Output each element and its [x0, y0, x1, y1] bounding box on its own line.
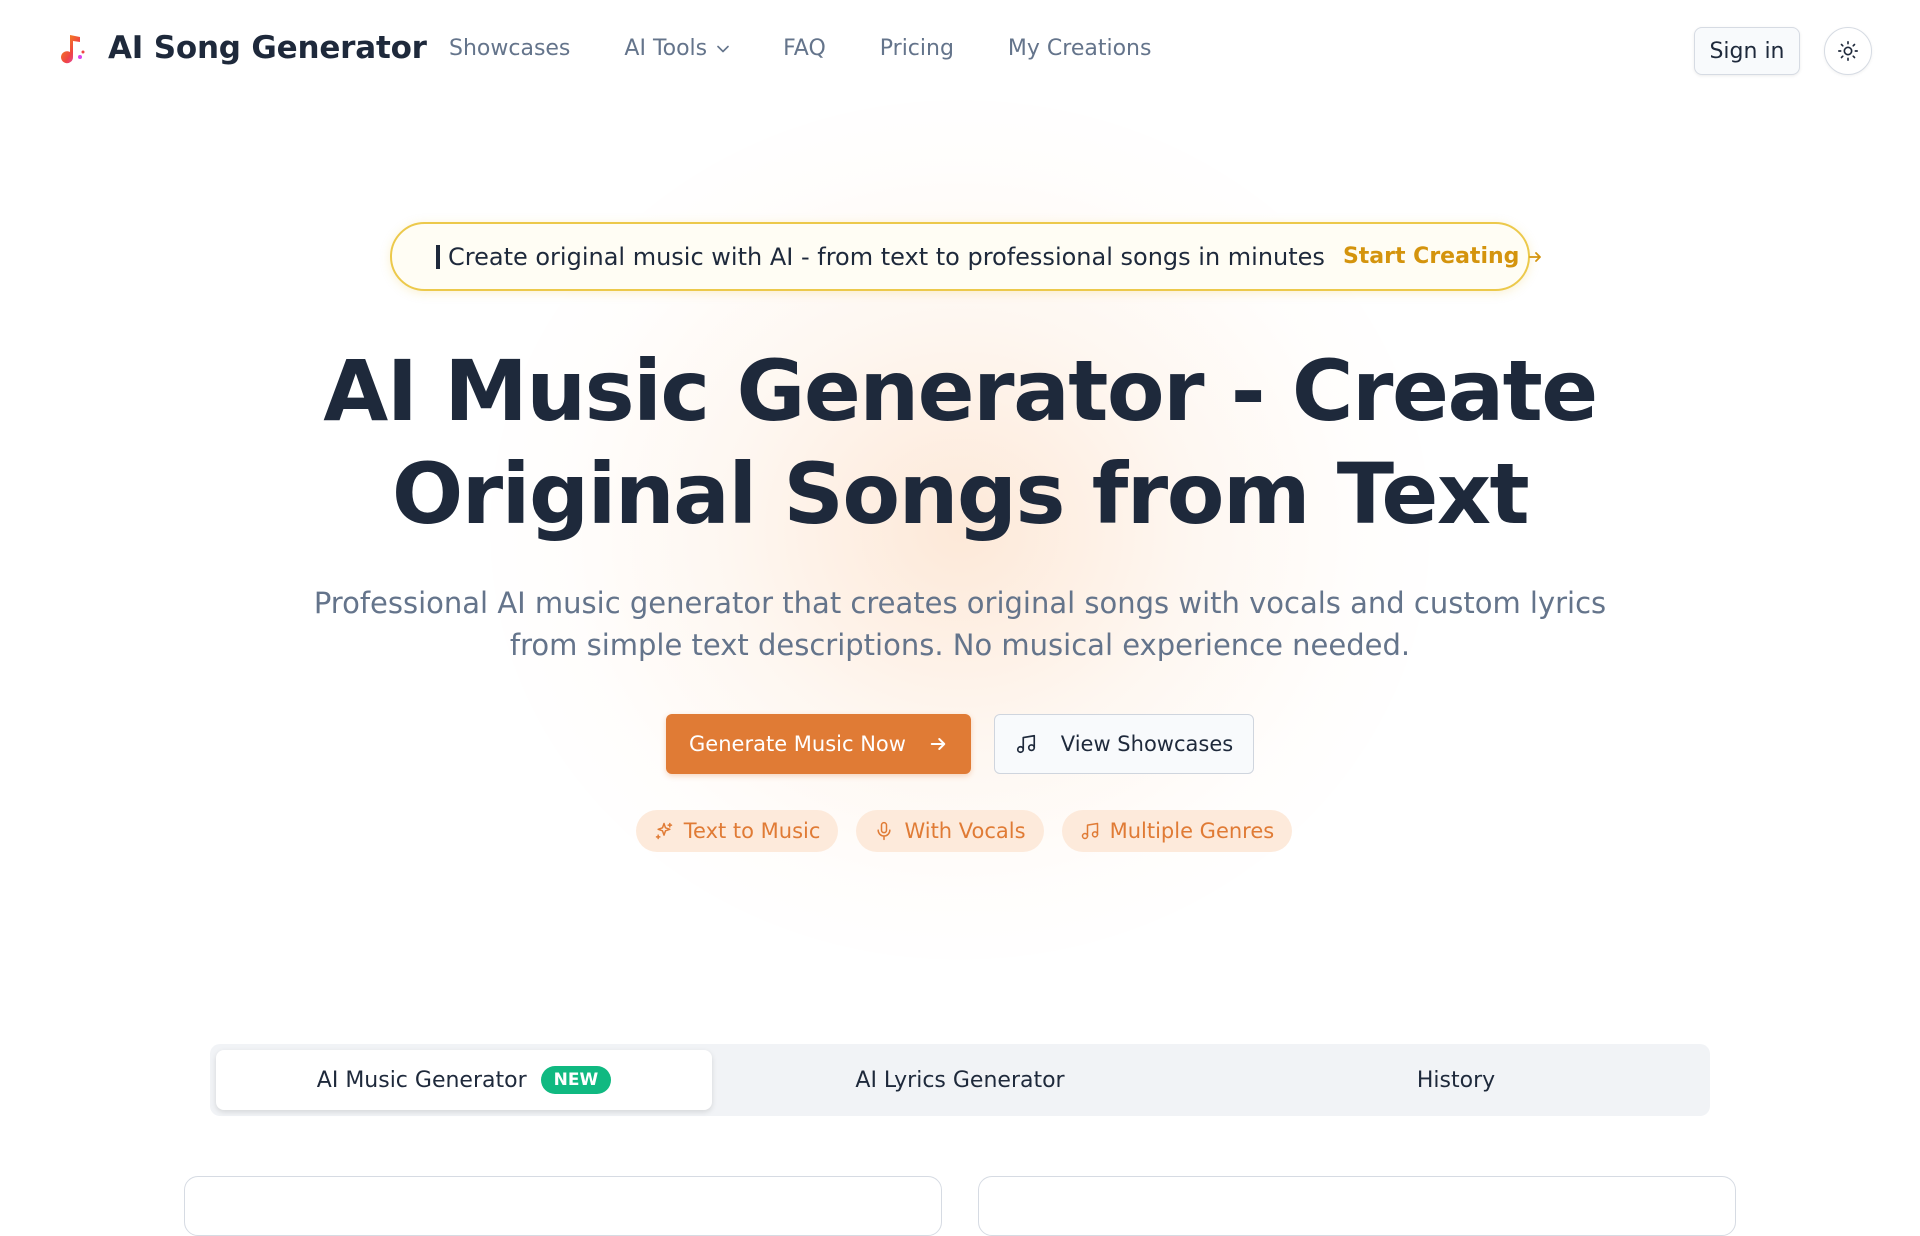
chip-with-vocals: With Vocals: [856, 810, 1044, 852]
missing-glyph-icon: [436, 244, 440, 269]
view-showcases-label: View Showcases: [1060, 732, 1234, 756]
hero-title-line-1: AI Music Generator - Create: [323, 342, 1598, 440]
generate-music-now-label: Generate Music Now: [689, 732, 906, 756]
nav-showcases-label: Showcases: [449, 36, 571, 61]
hero-title: AI Music Generator - Create Original Son…: [260, 340, 1660, 546]
nav-my-creations[interactable]: My Creations: [1008, 36, 1152, 61]
new-badge: NEW: [540, 1066, 612, 1094]
generator-form-panel: [184, 1176, 942, 1236]
main-nav: Showcases AI Tools FAQ Pricing My Creati…: [449, 36, 1205, 61]
view-showcases-button[interactable]: View Showcases: [994, 714, 1254, 774]
hero-subtitle: Professional AI music generator that cre…: [300, 582, 1620, 666]
brand-name[interactable]: AI Song Generator: [108, 30, 427, 66]
tab-history[interactable]: History: [1208, 1050, 1704, 1110]
microphone-icon: [877, 821, 892, 841]
music-note-icon: [1081, 822, 1098, 840]
tab-ai-lyrics-generator-label: AI Lyrics Generator: [855, 1067, 1065, 1093]
sun-icon: [1838, 41, 1858, 61]
feature-chips: Text to Music With Vocals Multiple Genre…: [0, 810, 1920, 852]
nav-pricing-label: Pricing: [879, 36, 954, 61]
chip-multiple-genres-label: Multiple Genres: [1109, 819, 1275, 843]
theme-toggle-button[interactable]: [1824, 27, 1872, 75]
chip-text-to-music: Text to Music: [635, 810, 839, 852]
announcement-banner[interactable]: Create original music with AI - from tex…: [390, 222, 1542, 291]
top-navbar: AI Song Generator Showcases AI Tools FAQ…: [0, 0, 1920, 102]
chip-multiple-genres: Multiple Genres: [1061, 810, 1293, 852]
start-creating-label: Start Creating: [1342, 244, 1520, 269]
nav-ai-tools-label: AI Tools: [624, 36, 708, 61]
hero-subtitle-line-2: from simple text descriptions. No musica…: [509, 628, 1411, 662]
tab-ai-music-generator[interactable]: AI Music Generator NEW: [216, 1050, 712, 1110]
logo-music-note-icon[interactable]: [58, 33, 88, 67]
nav-faq[interactable]: FAQ: [783, 36, 826, 61]
generator-output-panel: [978, 1176, 1736, 1236]
nav-my-creations-label: My Creations: [1007, 36, 1152, 61]
chevron-down-icon: [717, 45, 729, 52]
arrow-right-icon: [1529, 251, 1542, 262]
tab-ai-lyrics-generator[interactable]: AI Lyrics Generator: [712, 1050, 1208, 1110]
hero-title-line-2: Original Songs from Text: [391, 445, 1530, 543]
chip-text-to-music-label: Text to Music: [683, 819, 821, 843]
generator-tabs: AI Music Generator NEW AI Lyrics Generat…: [210, 1044, 1710, 1116]
nav-faq-label: FAQ: [783, 36, 826, 61]
generate-music-now-button[interactable]: Generate Music Now: [666, 714, 971, 774]
hero-subtitle-line-1: Professional AI music generator that cre…: [313, 586, 1607, 620]
nav-ai-tools[interactable]: AI Tools: [624, 36, 729, 61]
tab-history-label: History: [1416, 1067, 1496, 1093]
announcement-text: Create original music with AI - from tex…: [448, 242, 1325, 271]
music-note-icon: [1016, 734, 1035, 754]
tab-ai-music-generator-label: AI Music Generator: [316, 1067, 527, 1093]
nav-pricing[interactable]: Pricing: [880, 36, 954, 61]
chip-with-vocals-label: With Vocals: [904, 819, 1026, 843]
nav-showcases[interactable]: Showcases: [449, 36, 570, 61]
sparkles-icon: [655, 822, 673, 840]
sign-in-button[interactable]: Sign in: [1694, 27, 1800, 75]
start-creating-link[interactable]: Start Creating: [1343, 244, 1543, 269]
arrow-right-icon: [930, 738, 946, 750]
